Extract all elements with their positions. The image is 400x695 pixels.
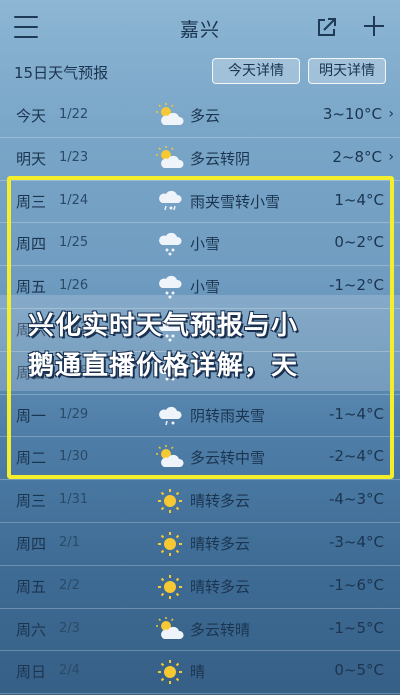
tomorrow-detail-button[interactable]: 明天详情	[308, 58, 386, 84]
row-condition: 晴转多云	[190, 577, 251, 596]
sunny-icon	[158, 660, 182, 685]
row-date: 1/23	[59, 149, 89, 165]
row-temp: 0~2°C	[334, 233, 384, 252]
forecast-row[interactable]: 周日 2/4 晴 0~5°C	[0, 651, 400, 695]
row-temp: 1~4°C	[334, 190, 384, 209]
row-temp: -1~5°C	[328, 618, 384, 637]
row-date: 1/29	[59, 406, 89, 422]
banner-line-1: 兴化实时天气预报与小	[28, 311, 299, 341]
forecast-row[interactable]: 周五 2/2 晴转多云 -1~6°C	[0, 566, 400, 609]
forecast-row[interactable]: 明天 1/23 多云转阴 2~8°C ›	[0, 138, 400, 181]
row-date: 1/30	[59, 449, 89, 465]
row-date: 1/25	[59, 235, 89, 251]
forecast-row[interactable]: 周二 1/30 多云转中雪 -2~4°C	[0, 437, 400, 481]
forecast-row[interactable]: 今天 1/22 多云 3~10°C ›	[0, 95, 400, 138]
row-condition: 阴转雨夹雪	[190, 406, 266, 425]
sunny-icon	[158, 574, 182, 599]
partly-cloudy-icon	[156, 616, 184, 639]
row-day: 周二	[16, 449, 47, 468]
overlay-banner: 兴化实时天气预报与小 鹅通直播价格详解，天	[0, 295, 400, 391]
sleet-icon	[159, 190, 182, 210]
chevron-right-icon: ›	[388, 106, 394, 122]
add-city-icon[interactable]	[362, 14, 386, 38]
row-day: 周日	[16, 663, 47, 682]
row-date: 2/2	[59, 577, 80, 593]
share-icon[interactable]	[316, 16, 338, 38]
forecast-label: 15日天气预报	[14, 64, 109, 82]
sleet-icon	[159, 406, 182, 425]
row-date: 2/1	[59, 534, 80, 550]
row-condition: 多云转晴	[190, 620, 251, 639]
forecast-row[interactable]: 周三 1/24 雨夹雪转小雪 1~4°C	[0, 181, 400, 224]
row-date: 2/4	[59, 663, 80, 679]
row-temp: -2~4°C	[328, 447, 384, 466]
row-temp: -3~4°C	[328, 532, 384, 551]
row-day: 周四	[16, 235, 47, 254]
sunny-icon	[158, 531, 182, 556]
chevron-right-icon: ›	[388, 148, 394, 165]
forecast-row[interactable]: 周四 1/25 小雪 0~2°C	[0, 223, 400, 267]
row-day: 周六	[16, 620, 47, 639]
forecast-row[interactable]: 周三 1/31 晴转多云 -4~3°C	[0, 480, 400, 523]
row-day: 周一	[16, 406, 47, 425]
row-date: 2/3	[59, 620, 80, 636]
forecast-row[interactable]: 周一 1/29 阴转雨夹雪 -1~4°C	[0, 395, 400, 438]
partly-cloudy-icon	[156, 103, 184, 125]
today-detail-button[interactable]: 今天详情	[212, 58, 300, 84]
forecast-row[interactable]: 周六 2/3 多云转晴 -1~5°C	[0, 609, 400, 652]
row-condition: 雨夹雪转小雪	[190, 192, 281, 211]
menu-icon[interactable]	[14, 16, 38, 38]
city-title: 嘉兴	[179, 18, 220, 41]
top-bar: 嘉兴	[0, 0, 400, 56]
row-date: 1/22	[59, 107, 89, 122]
row-day: 周三	[16, 492, 47, 511]
row-day: 周三	[16, 192, 47, 211]
row-day: 周四	[16, 534, 47, 553]
row-date: 1/31	[59, 492, 89, 508]
row-condition: 晴转多云	[190, 492, 251, 511]
row-temp: -1~4°C	[328, 404, 384, 423]
snow-icon	[159, 233, 182, 256]
forecast-list: 今天 1/22 多云 3~10°C › 明天 1/23 多云转阴 2~8°C ›…	[0, 95, 400, 695]
row-date: 1/24	[59, 192, 89, 208]
row-condition: 多云转阴	[190, 149, 251, 168]
row-day: 明天	[16, 149, 47, 168]
row-temp: 2~8°C	[332, 147, 382, 166]
partly-cloudy-icon	[156, 145, 184, 168]
row-condition: 多云	[190, 107, 221, 125]
sunny-icon	[158, 489, 182, 514]
row-condition: 晴转多云	[190, 534, 251, 553]
row-day: 周五	[16, 577, 47, 596]
row-condition: 晴	[190, 663, 206, 682]
partly-cloudy-icon	[156, 445, 184, 468]
row-temp: -1~6°C	[328, 575, 384, 594]
row-temp: -1~2°C	[328, 276, 384, 295]
row-date: 1/26	[59, 278, 89, 294]
row-temp: 0~5°C	[334, 661, 384, 680]
row-condition: 小雪	[190, 235, 221, 254]
banner-line-2: 鹅通直播价格详解，天	[28, 351, 299, 381]
forecast-row[interactable]: 周四 2/1 晴转多云 -3~4°C	[0, 523, 400, 566]
row-temp: -4~3°C	[328, 490, 384, 509]
row-day: 今天	[16, 107, 47, 125]
row-condition: 多云转中雪	[190, 449, 266, 468]
forecast-subbar: 15日天气预报 今天详情 明天详情	[0, 56, 400, 88]
row-temp: 3~10°C	[322, 105, 382, 123]
